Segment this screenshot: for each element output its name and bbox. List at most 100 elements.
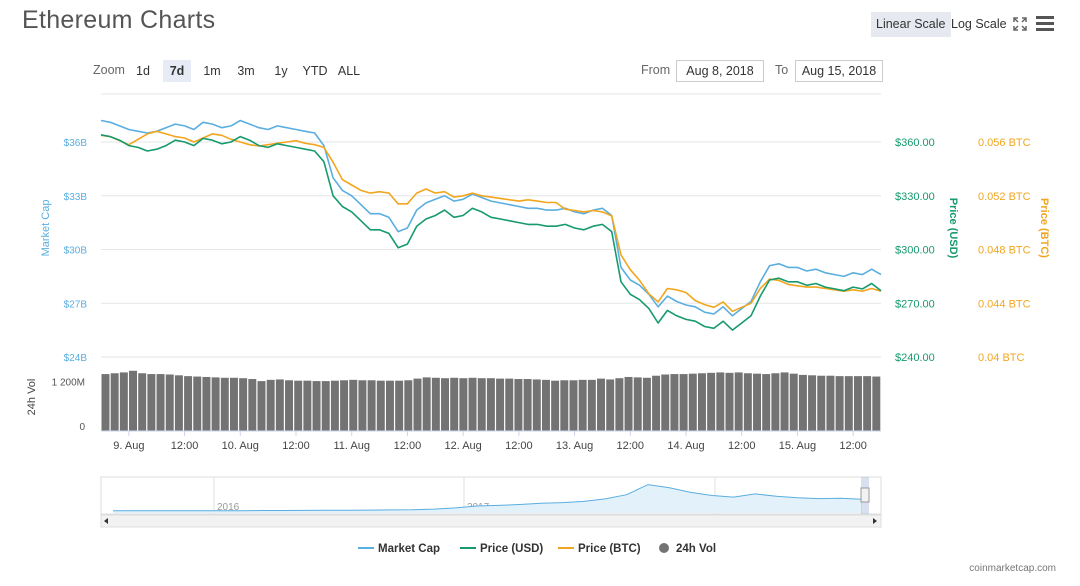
volume-bar (459, 378, 468, 431)
volume-bar (193, 376, 202, 431)
volume-bar (358, 380, 367, 431)
volume-bar (229, 377, 238, 431)
volume-bar (532, 379, 541, 431)
volume-bar (505, 378, 514, 431)
volume-bar (413, 378, 422, 431)
x-tick-label: 12:00 (728, 440, 756, 452)
x-tick-label: 12:00 (617, 440, 645, 452)
y-tick-market-cap: $33B (64, 192, 88, 203)
volume-bar (266, 379, 275, 431)
volume-bar (285, 380, 294, 431)
volume-bar (211, 377, 220, 431)
x-tick-label: 12:00 (394, 440, 422, 452)
volume-bar (110, 373, 119, 431)
volume-bar (486, 378, 495, 431)
volume-bar (340, 380, 349, 431)
scrollbar-track (100, 514, 882, 528)
volume-bar (202, 376, 211, 431)
volume-bar (725, 372, 734, 431)
volume-bar (395, 380, 404, 431)
volume-bar (321, 381, 330, 431)
navigator-handle[interactable] (860, 487, 870, 503)
volume-bar (129, 370, 138, 431)
volume-bar (615, 378, 624, 431)
series-line-price-btc (100, 130, 882, 313)
volume-bar (385, 380, 394, 431)
volume-tick: 1 200M (52, 378, 85, 389)
volume-bar (349, 379, 358, 431)
y-tick-market-cap: $27B (64, 299, 88, 310)
y-tick-market-cap: $30B (64, 246, 88, 257)
x-tick-label: 12:00 (171, 440, 199, 452)
volume-bar (541, 379, 550, 431)
volume-bar (294, 380, 303, 431)
volume-bar (642, 377, 651, 431)
x-tick-label: 12:00 (282, 440, 310, 452)
x-tick-label: 12. Aug (444, 440, 481, 452)
volume-bar (679, 374, 688, 431)
volume-bar (716, 372, 725, 431)
volume-bar (670, 374, 679, 431)
y-tick-price-btc: 0.04 BTC (978, 352, 1025, 364)
volume-bar (174, 375, 183, 431)
volume-bar (771, 373, 780, 431)
volume-bar (248, 379, 257, 431)
series-line-price-usd (100, 134, 882, 331)
volume-bar (798, 374, 807, 431)
volume-bar (780, 372, 789, 431)
volume-bar (826, 375, 835, 431)
volume-bar (138, 373, 147, 431)
x-tick-label: 10. Aug (222, 440, 259, 452)
volume-bar (239, 378, 248, 431)
volume-bar (496, 378, 505, 431)
x-tick-label: 12:00 (839, 440, 867, 452)
volume-bar (633, 377, 642, 431)
volume-bar (872, 376, 881, 431)
x-tick-label: 15. Aug (779, 440, 816, 452)
y-tick-price-usd: $330.00 (895, 191, 935, 203)
volume-bar (743, 373, 752, 431)
volume-bar (101, 374, 110, 431)
volume-bar (808, 375, 817, 431)
x-tick-label: 11. Aug (333, 440, 370, 452)
volume-bar (560, 380, 569, 431)
series-line-market-cap (100, 119, 882, 317)
volume-bar (707, 372, 716, 431)
y-tick-price-btc: 0.052 BTC (978, 191, 1031, 203)
y-tick-market-cap: $24B (64, 353, 88, 364)
volume-bar (551, 380, 560, 431)
x-tick-label: 9. Aug (113, 440, 144, 452)
volume-bar (697, 373, 706, 431)
legend-item-price-btc[interactable]: Price (BTC) (578, 543, 641, 555)
volume-bar (275, 379, 284, 431)
legend-item-market-cap[interactable]: Market Cap (378, 543, 440, 555)
y-tick-price-usd: $270.00 (895, 298, 935, 310)
volume-tick: 0 (79, 422, 85, 433)
market-cap-axis-title: Market Cap (40, 200, 52, 257)
volume-bar (734, 372, 743, 431)
volume-bar (606, 379, 615, 431)
volume-bar (431, 377, 440, 431)
volume-bar (624, 376, 633, 431)
y-tick-price-btc: 0.048 BTC (978, 245, 1031, 257)
volume-bar (789, 373, 798, 431)
volume-bar (404, 380, 413, 431)
volume-bar (147, 374, 156, 431)
volume-bar (184, 376, 193, 431)
x-tick-label: 12:00 (505, 440, 533, 452)
legend-item-24h-vol[interactable]: 24h Vol (676, 543, 716, 555)
volume-axis-title: 24h Vol (26, 379, 38, 416)
volume-bar (220, 377, 229, 431)
volume-bar (578, 379, 587, 431)
legend-item-price-usd[interactable]: Price (USD) (480, 543, 543, 555)
volume-bar (477, 378, 486, 431)
volume-bar (652, 375, 661, 431)
price-btc-axis-title: Price (BTC) (1038, 198, 1050, 258)
y-tick-price-btc: 0.056 BTC (978, 137, 1031, 149)
volume-bar (450, 377, 459, 431)
chart-svg: $36B $33B $30B $27B $24B Market Cap $360.00 $3… (26, 93, 1050, 555)
volume-bar (753, 373, 762, 431)
y-tick-price-btc: 0.044 BTC (978, 298, 1031, 310)
volume-bar (523, 379, 532, 431)
volume-bar (514, 379, 523, 431)
